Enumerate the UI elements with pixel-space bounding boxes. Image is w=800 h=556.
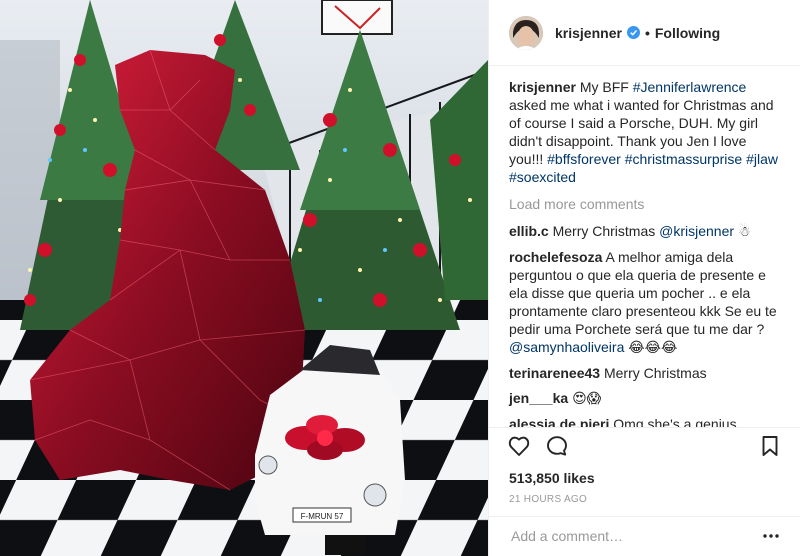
bookmark-icon[interactable]: [758, 434, 782, 458]
comment-text: Merry Christmas: [552, 223, 660, 239]
add-comment-bar: [489, 515, 800, 556]
comment-item: jen___ka 😍😱: [509, 389, 780, 408]
laughing-emoji: 😂😂😂: [628, 340, 678, 356]
hashtag-jenniferlawrence[interactable]: #Jenniferlawrence: [633, 79, 747, 95]
comment-item: rochelefesoza A melhor amiga dela pergun…: [509, 248, 780, 357]
instagram-post-frame: F-MRUN 57 krisjenner • Following krisjen…: [0, 0, 800, 556]
more-options-icon[interactable]: [762, 527, 780, 545]
caption-text-1: My BFF: [579, 79, 633, 95]
likes-count[interactable]: 513,850 likes: [489, 464, 800, 490]
comment-username[interactable]: jen___ka: [509, 390, 568, 406]
license-plate: F-MRUN 57: [301, 512, 344, 521]
comment-item: ellib.c Merry Christmas @krisjenner ☃: [509, 222, 780, 241]
hashtag-bffsforever[interactable]: #bffsforever: [547, 151, 621, 167]
hashtag-christmassurprise[interactable]: #christmassurprise: [625, 151, 742, 167]
comment-username[interactable]: ellib.c: [509, 223, 549, 239]
hashtag-soexcited[interactable]: #soexcited: [509, 169, 576, 185]
hashtag-jlaw[interactable]: #jlaw: [746, 151, 778, 167]
post-timestamp[interactable]: 21 HOURS AGO: [489, 490, 800, 516]
caption-username[interactable]: krisjenner: [509, 79, 576, 95]
comment-mention[interactable]: @samynhaoliveira: [509, 339, 624, 355]
post-caption: krisjenner My BFF #Jenniferlawrence aske…: [509, 78, 780, 186]
post-author-username[interactable]: krisjenner: [555, 25, 622, 41]
comment-item: alessia.de.pieri Omg she's a genius, tot…: [509, 415, 780, 427]
verified-badge-icon: [626, 26, 640, 39]
post-detail-panel: krisjenner • Following krisjenner My BFF…: [488, 0, 800, 556]
header-separator: •: [644, 24, 650, 41]
post-actions-bar: [489, 426, 800, 464]
user-avatar-icon: [509, 15, 543, 50]
load-more-comments-link[interactable]: Load more comments: [509, 195, 644, 213]
avatar[interactable]: [509, 15, 543, 50]
heart-eyes-emoji: 😍😱: [572, 391, 602, 407]
comment-text: Merry Christmas: [603, 365, 707, 381]
comment-icon[interactable]: [545, 434, 569, 458]
add-comment-input[interactable]: [509, 527, 762, 546]
christmas-scene-image: F-MRUN 57: [0, 0, 488, 556]
comment-mention[interactable]: @krisjenner: [659, 223, 734, 239]
following-button[interactable]: Following: [655, 25, 720, 41]
comment-username[interactable]: terinarenee43: [509, 365, 600, 381]
snowman-emoji: ☃: [737, 224, 751, 240]
comments-list: krisjenner My BFF #Jenniferlawrence aske…: [489, 66, 800, 427]
comment-item: terinarenee43 Merry Christmas: [509, 364, 780, 382]
comment-username[interactable]: rochelefesoza: [509, 249, 602, 265]
post-header: krisjenner • Following: [489, 0, 800, 66]
post-photo[interactable]: F-MRUN 57: [0, 0, 488, 556]
comment-username[interactable]: alessia.de.pieri: [509, 416, 609, 427]
heart-icon[interactable]: [507, 434, 531, 458]
